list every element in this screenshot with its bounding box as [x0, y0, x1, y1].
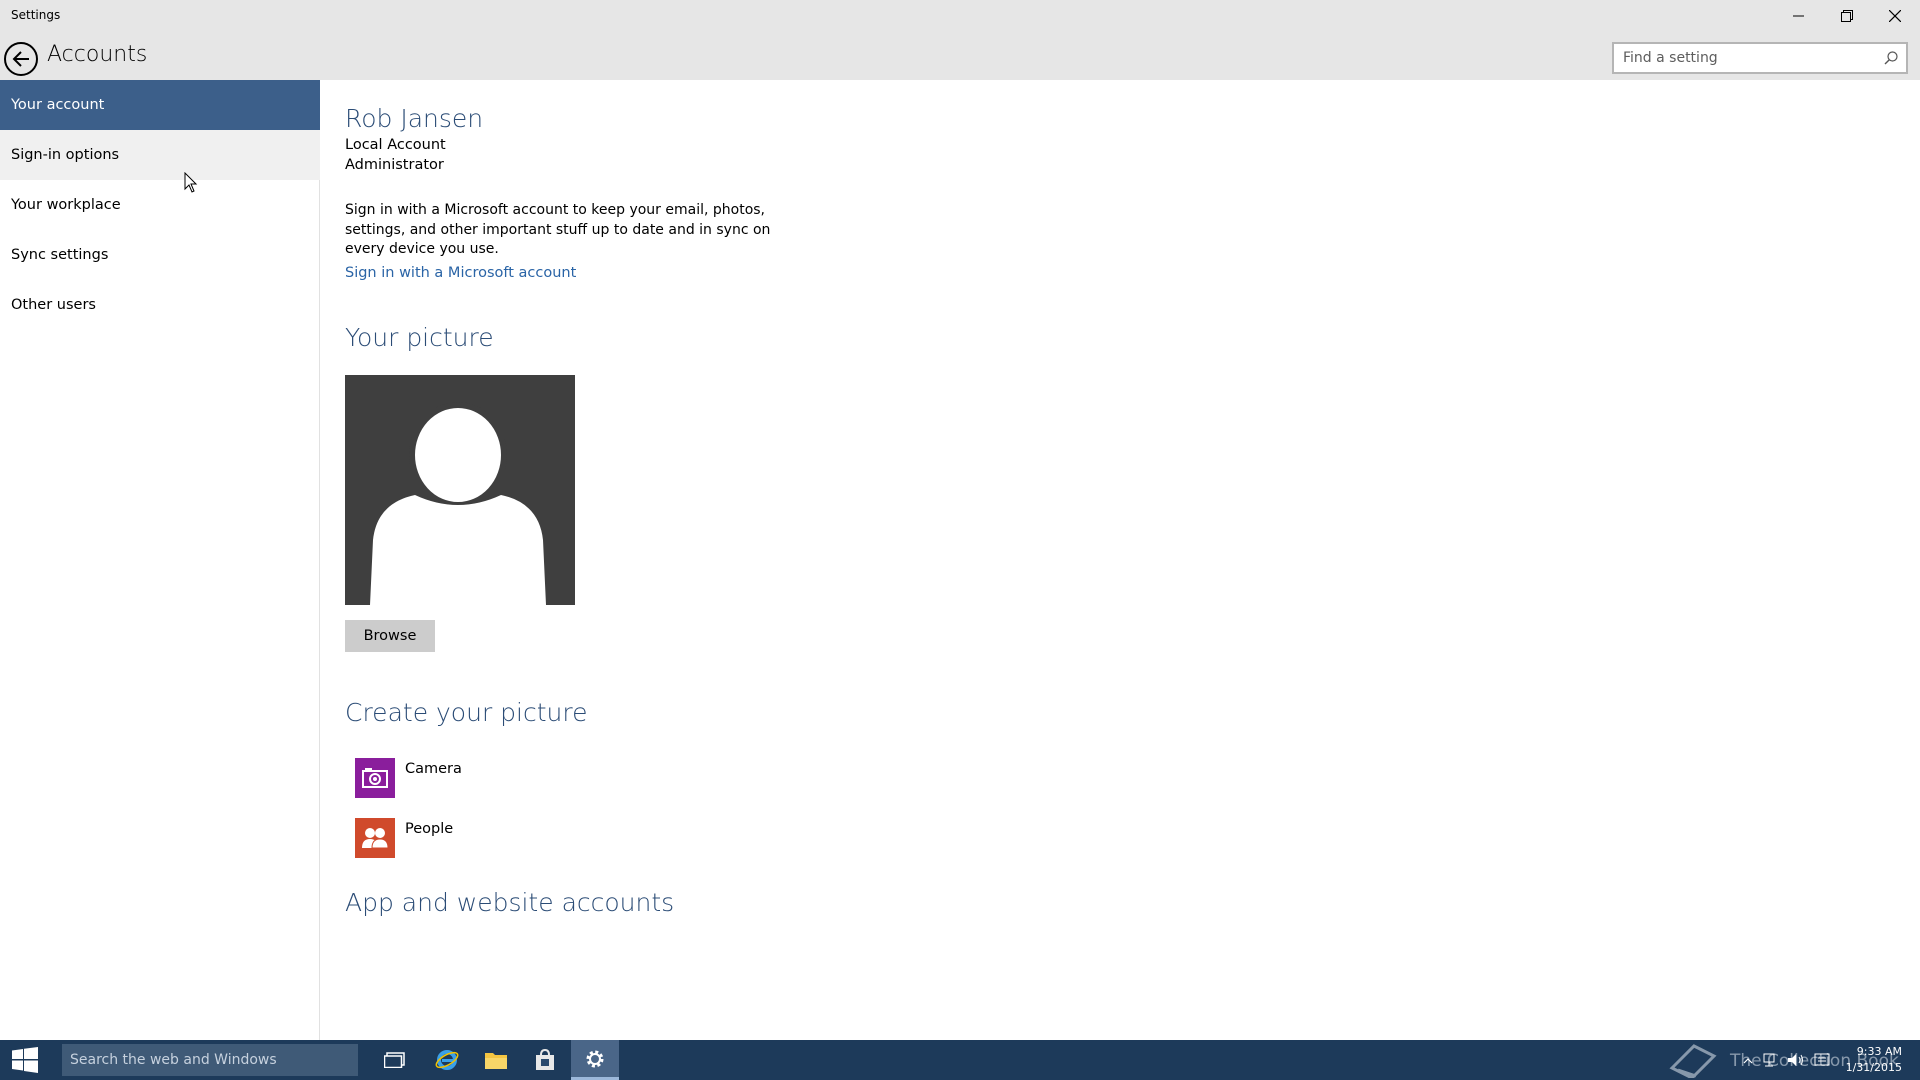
account-name: Rob Jansen [345, 104, 484, 133]
page-title: Accounts [47, 42, 148, 67]
create-picture-heading: Create your picture [345, 698, 588, 727]
sidebar-item-other-users[interactable]: Other users [0, 280, 320, 330]
people-icon [355, 818, 395, 858]
account-type: Local Account [345, 137, 446, 153]
back-arrow-icon [12, 51, 29, 67]
sidebar-item-sign-in-options[interactable]: Sign-in options [0, 130, 320, 180]
sidebar-item-label: Your workplace [11, 197, 121, 213]
folder-icon [485, 1053, 507, 1069]
store-icon [536, 1049, 554, 1070]
sidebar: Your account Sign-in options Your workpl… [0, 80, 320, 1040]
clock-time: 9:33 AM [1856, 1045, 1902, 1058]
windows-logo-icon [12, 1047, 38, 1073]
sidebar-item-your-workplace[interactable]: Your workplace [0, 180, 320, 230]
volume-icon[interactable] [1787, 1052, 1805, 1068]
mouse-cursor-icon [184, 172, 198, 193]
close-button[interactable] [1871, 0, 1919, 31]
task-view-button[interactable] [371, 1040, 419, 1080]
settings-header: Accounts [0, 31, 1920, 80]
sidebar-item-your-account[interactable]: Your account [0, 80, 320, 130]
settings-taskbar-button[interactable] [571, 1040, 619, 1080]
camera-label: Camera [405, 761, 462, 777]
chevron-up-icon[interactable] [1743, 1052, 1753, 1068]
user-silhouette-icon [370, 402, 546, 605]
store-button[interactable] [521, 1040, 569, 1080]
sidebar-item-label: Sign-in options [11, 147, 120, 163]
gear-icon [586, 1050, 604, 1067]
camera-icon [355, 758, 395, 798]
clock[interactable]: 9:33 AM 1/31/2015 [1846, 1044, 1902, 1076]
action-center-icon[interactable] [1814, 1052, 1830, 1068]
search-icon [1884, 51, 1898, 65]
restore-icon [1841, 9, 1853, 22]
internet-explorer-button[interactable] [423, 1040, 471, 1080]
restore-button[interactable] [1823, 0, 1871, 31]
internet-explorer-icon [435, 1050, 459, 1070]
taskbar-search-input[interactable] [62, 1044, 358, 1076]
account-role: Administrator [345, 157, 444, 173]
start-button[interactable] [0, 1040, 50, 1080]
minimize-icon [1793, 15, 1804, 16]
network-icon[interactable] [1762, 1052, 1778, 1068]
find-setting-search[interactable] [1612, 42, 1908, 74]
sidebar-item-label: Other users [11, 297, 96, 313]
people-label: People [405, 821, 454, 837]
back-button[interactable] [4, 42, 38, 76]
system-tray [1743, 1052, 1830, 1068]
taskbar: The Collection Book 9:33 AM 1/31/2015 [0, 1040, 1920, 1080]
microsoft-account-link[interactable]: Sign in with a Microsoft account [345, 265, 576, 281]
window-title: Settings [11, 8, 61, 22]
close-icon [1889, 9, 1901, 22]
title-bar: Settings [0, 0, 1920, 31]
minimize-button[interactable] [1775, 0, 1823, 31]
search-input[interactable] [1614, 44, 1874, 72]
sidebar-item-sync-settings[interactable]: Sync settings [0, 230, 320, 280]
app-accounts-heading: App and website accounts [345, 888, 675, 917]
sidebar-item-label: Your account [11, 97, 105, 113]
browse-button[interactable]: Browse [345, 620, 435, 652]
book-icon [1669, 1044, 1717, 1078]
account-description: Sign in with a Microsoft account to keep… [345, 202, 771, 257]
clock-date: 1/31/2015 [1845, 1061, 1902, 1074]
your-picture-heading: Your picture [345, 323, 494, 352]
avatar [345, 375, 575, 605]
task-view-icon [384, 1052, 405, 1068]
file-explorer-button[interactable] [472, 1040, 520, 1080]
sidebar-item-label: Sync settings [11, 247, 109, 263]
